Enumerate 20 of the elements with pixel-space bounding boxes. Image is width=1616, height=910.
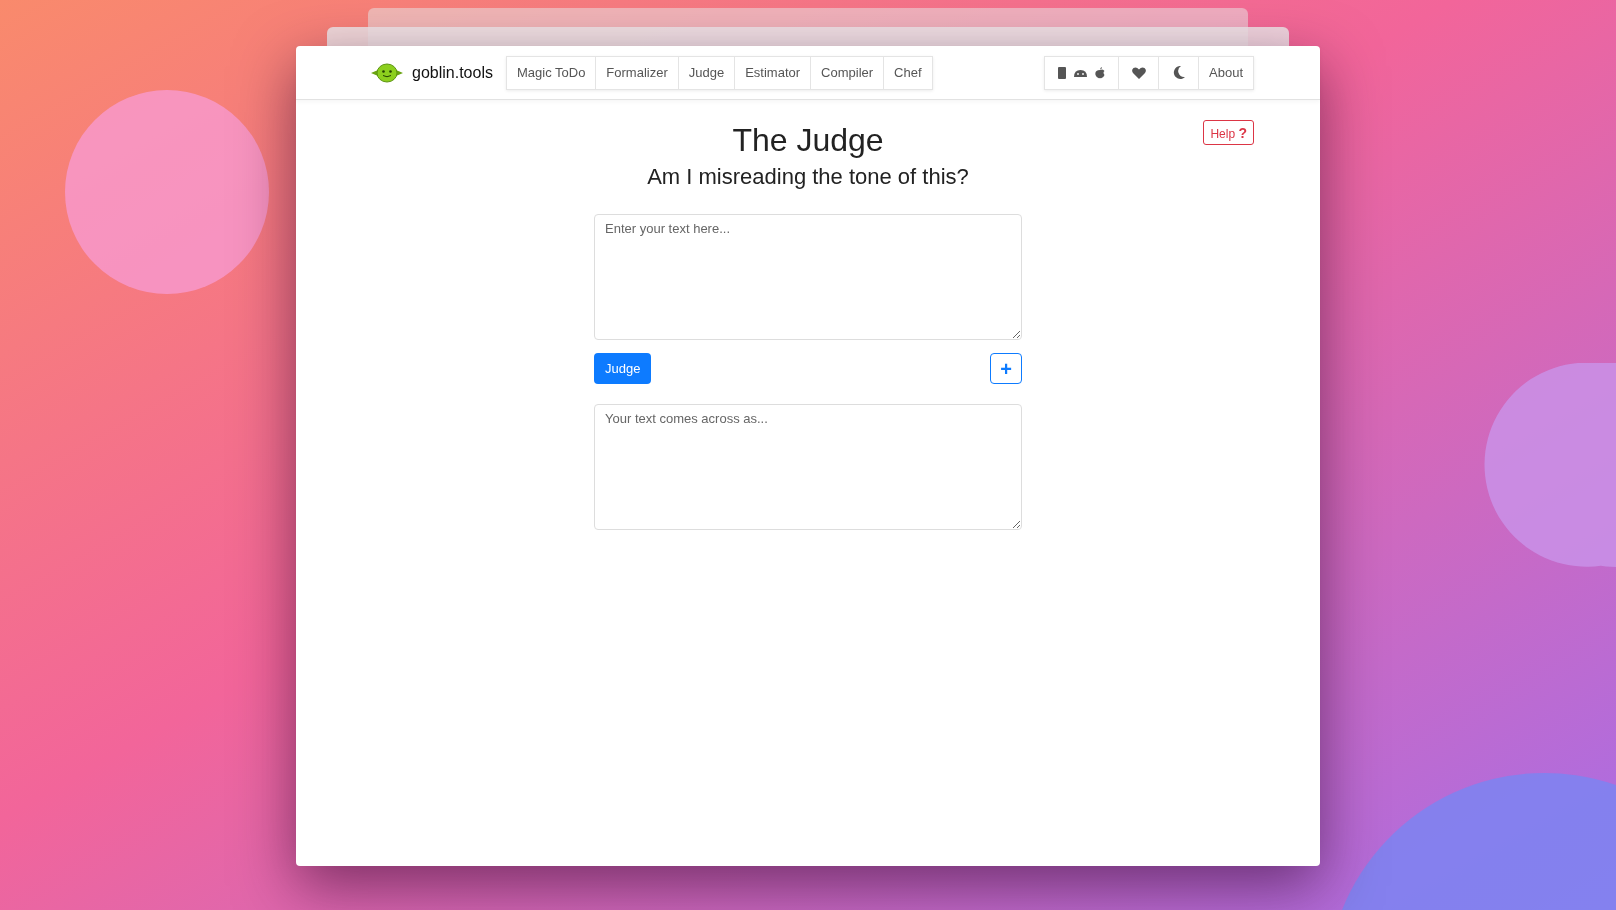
nav-link[interactable]: Judge <box>678 56 736 89</box>
nav-link[interactable]: Estimator <box>735 56 812 89</box>
phone-icon <box>1058 66 1066 79</box>
input-field[interactable]: Enter your text here... <box>594 214 1022 340</box>
android-icon <box>1074 68 1087 77</box>
goblin-logo-icon <box>370 62 404 83</box>
moon-icon <box>1172 66 1185 79</box>
judge-button[interactable]: Judge <box>594 353 652 384</box>
nav-link[interactable]: Formalizer <box>596 56 679 89</box>
nav-link[interactable]: Chef <box>884 56 932 89</box>
brand-link[interactable]: goblin.tools <box>370 62 493 83</box>
nav-link[interactable]: Compiler <box>811 56 885 89</box>
nav-link[interactable]: Magic ToDo <box>506 56 597 89</box>
add-button[interactable]: + <box>990 353 1022 384</box>
heart-icon <box>1131 66 1146 79</box>
page-subtitle: Am I misreading the tone of this? <box>647 163 969 191</box>
apple-icon <box>1095 66 1105 79</box>
help-button[interactable]: Help ? <box>1203 120 1254 145</box>
page-title: The Judge <box>732 121 884 160</box>
output-field[interactable]: Your text comes across as... <box>594 404 1022 530</box>
